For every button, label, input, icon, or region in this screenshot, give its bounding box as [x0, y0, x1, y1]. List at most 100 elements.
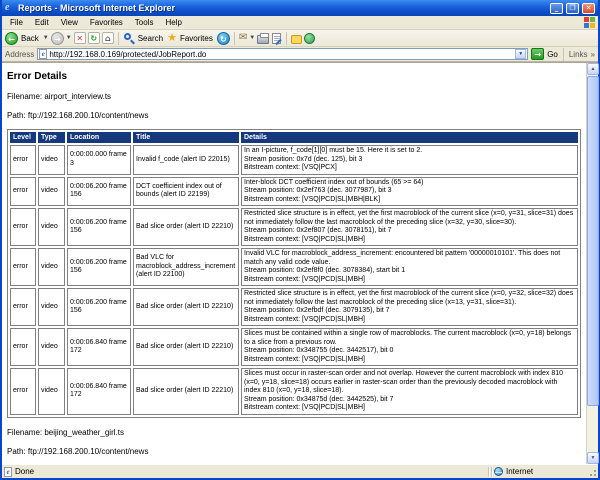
favorites-star-icon[interactable]: ★ — [167, 32, 177, 44]
back-icon[interactable]: ← — [5, 32, 18, 45]
detail-line: Restricted slice structure is in effect,… — [244, 210, 575, 227]
error-details-heading: Error Details — [7, 71, 581, 82]
detail-line: Bitstream context: [VSQ|PCD|SL|MBH] — [244, 276, 575, 285]
col-level: Level — [10, 132, 36, 143]
cell-title: DCT coefficient index out of bounds (ale… — [133, 177, 239, 207]
zone-text: Internet — [506, 467, 533, 476]
discuss-icon[interactable] — [291, 35, 302, 44]
scrollbar-thumb[interactable] — [587, 76, 599, 406]
back-label[interactable]: Back — [21, 34, 39, 43]
detail-line: Bitstream context: [VSQ|PCD|SL|MBH] — [244, 316, 575, 325]
col-location: Location — [67, 132, 131, 143]
path-label: Path: — [7, 447, 26, 456]
print-icon[interactable] — [257, 35, 269, 44]
cell-location: 0:00:06.200 frame 156 — [67, 248, 131, 286]
messenger-icon[interactable] — [304, 33, 315, 44]
windows-flag-icon — [584, 17, 596, 29]
cell-level: error — [10, 368, 36, 415]
favorites-label[interactable]: Favorites — [180, 34, 213, 43]
toolbar-separator — [118, 32, 119, 45]
links-chevron-icon[interactable]: » — [591, 50, 595, 59]
cell-title: Bad slice order (alert ID 22210) — [133, 368, 239, 415]
forward-icon[interactable]: → — [51, 32, 64, 45]
cell-details: Restricted slice structure is in effect,… — [241, 208, 578, 246]
search-icon[interactable] — [123, 32, 135, 44]
menu-view[interactable]: View — [55, 18, 84, 27]
cell-type: video — [38, 328, 65, 366]
mail-icon[interactable]: ✉ — [239, 32, 247, 44]
cell-level: error — [10, 177, 36, 207]
flag-green — [590, 17, 595, 22]
table-row: error video 0:00:06.200 frame 156 DCT co… — [10, 177, 578, 207]
detail-line: In an I-picture, f_code[1][0] must be 15… — [244, 147, 575, 156]
search-label[interactable]: Search — [138, 34, 163, 43]
address-dropdown-icon[interactable]: ▼ — [515, 49, 526, 59]
internet-globe-icon — [494, 467, 503, 476]
menu-edit[interactable]: Edit — [29, 18, 55, 27]
filename-line: Filename: beijing_weather_girl.ts — [7, 428, 581, 437]
cell-location: 0:00:06.200 frame 156 — [67, 208, 131, 246]
edit-icon[interactable] — [272, 33, 281, 44]
cell-details: Restricted slice structure is in effect,… — [241, 288, 578, 326]
filename-line: Filename: airport_interview.ts — [7, 92, 581, 101]
detail-line: Bitstream context: [VSQ|PCD|SL|MBH] — [244, 356, 575, 365]
go-button-icon[interactable]: → — [531, 48, 544, 60]
status-zone-panel: Internet — [494, 467, 584, 476]
back-dropdown-icon[interactable]: ▼ — [43, 35, 49, 41]
menu-help[interactable]: Help — [159, 18, 187, 27]
cell-type: video — [38, 177, 65, 207]
path-value: ftp://192.168.200.10/content/news — [28, 111, 149, 120]
cell-location: 0:00:06.200 frame 156 — [67, 177, 131, 207]
stop-icon[interactable]: ✕ — [74, 32, 86, 44]
col-details: Details — [241, 132, 578, 143]
menu-tools[interactable]: Tools — [129, 18, 160, 27]
forward-dropdown-icon[interactable]: ▼ — [66, 35, 72, 41]
cell-level: error — [10, 208, 36, 246]
path-line: Path: ftp://192.168.200.10/content/news — [7, 447, 581, 456]
page-favicon-icon: e — [39, 49, 47, 59]
cell-location: 0:00:06.200 frame 156 — [67, 288, 131, 326]
detail-line: Stream position: 0x2ef807 (dec. 3078151)… — [244, 227, 575, 236]
error-table-1: Level Type Location Title Details error … — [7, 129, 581, 418]
path-label: Path: — [7, 111, 26, 120]
mail-dropdown-icon[interactable]: ▼ — [249, 35, 255, 41]
address-input[interactable]: e http://192.168.0.169/protected/JobRepo… — [37, 48, 528, 60]
go-label[interactable]: Go — [547, 50, 558, 59]
status-separator — [491, 467, 492, 477]
cell-location: 0:00:00.000 frame 3 — [67, 145, 131, 175]
scroll-down-icon[interactable]: ▼ — [587, 452, 599, 464]
detail-line: Bitstream context: [VSQ|PCD|SL|MBH] — [244, 236, 575, 245]
cell-level: error — [10, 328, 36, 366]
minimize-button[interactable]: _ — [550, 3, 563, 14]
address-bar: Address e http://192.168.0.169/protected… — [2, 47, 598, 62]
history-icon[interactable]: ↻ — [217, 32, 230, 45]
toolbar-separator — [286, 32, 287, 45]
menu-favorites[interactable]: Favorites — [84, 18, 129, 27]
maximize-button[interactable]: ❐ — [566, 3, 579, 14]
status-left-panel: e Done — [4, 467, 486, 477]
detail-line: Stream position: 0x34875d (dec. 3442525)… — [244, 396, 575, 405]
detail-line: Stream position: 0x348755 (dec. 3442517)… — [244, 347, 575, 356]
home-icon[interactable]: ⌂ — [102, 32, 114, 44]
flag-red — [584, 17, 589, 22]
cell-details: Slices must occur in raster-scan order a… — [241, 368, 578, 415]
table-row: error video 0:00:06.840 frame 172 Bad sl… — [10, 368, 578, 415]
ie-logo-icon: e — [5, 3, 15, 13]
path-value: ftp://192.168.200.10/content/news — [28, 447, 149, 456]
path-line: Path: ftp://192.168.200.10/content/news — [7, 111, 581, 120]
close-button[interactable]: ✕ — [582, 3, 595, 14]
links-label[interactable]: Links — [569, 50, 588, 59]
vertical-scrollbar[interactable]: ▲ ▼ — [586, 63, 598, 464]
menu-bar: File Edit View Favorites Tools Help — [2, 16, 598, 30]
detail-line: Stream position: 0x2ef763 (dec. 3077987)… — [244, 187, 575, 196]
toolbar-separator — [234, 32, 235, 45]
resize-grip[interactable] — [588, 468, 596, 476]
menu-file[interactable]: File — [4, 18, 29, 27]
content-area: Error Details Filename: airport_intervie… — [2, 62, 598, 464]
refresh-icon[interactable]: ↻ — [88, 32, 100, 44]
flag-yellow — [590, 23, 595, 28]
scroll-up-icon[interactable]: ▲ — [587, 63, 599, 75]
address-url[interactable]: http://192.168.0.169/protected/JobReport… — [49, 50, 513, 59]
status-bar: e Done Internet — [2, 464, 598, 478]
cell-details: Inter-block DCT coefficient index out of… — [241, 177, 578, 207]
